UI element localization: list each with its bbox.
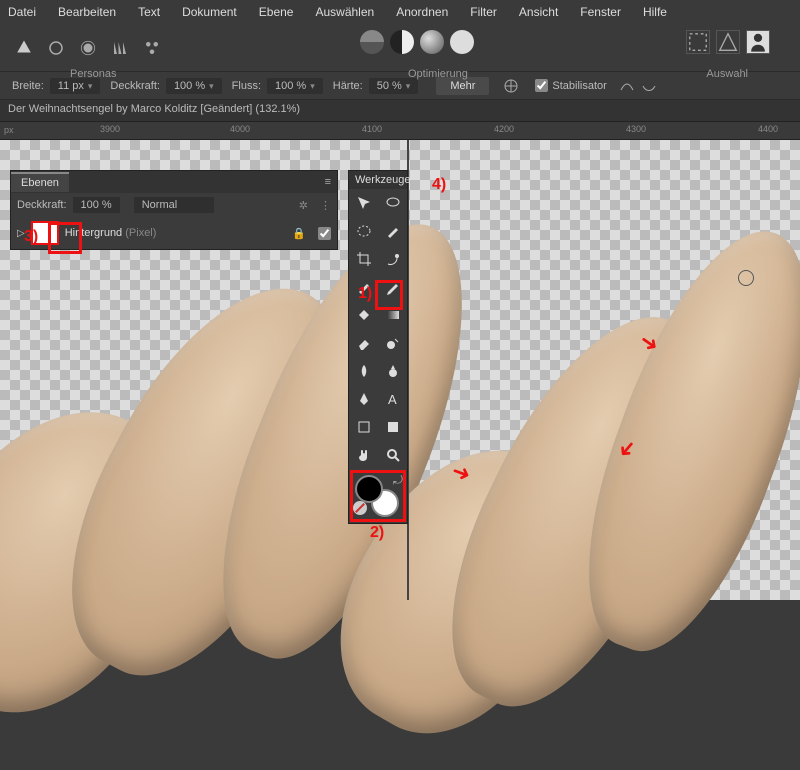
layers-tab[interactable]: Ebenen (11, 172, 69, 192)
pen-tool-icon[interactable] (349, 385, 378, 413)
annotation-1: 1) (358, 285, 372, 303)
persona-liquify-icon[interactable] (44, 36, 68, 60)
annotation-3: 3) (24, 228, 38, 246)
optimierung-label: Optimierung (408, 68, 468, 80)
layer-row[interactable]: ▷ Hintergrund (Pixel) 🔒 (11, 217, 337, 249)
annotation-4: 4) (432, 176, 446, 194)
flow-label: Fluss: (232, 80, 261, 92)
personas-label: Personas (70, 68, 116, 80)
tools-title: Werkzeuge (349, 171, 407, 189)
no-color-icon[interactable] (353, 501, 367, 515)
ruler-tick: 4400 (758, 124, 778, 134)
shape-tool-icon[interactable] (349, 413, 378, 441)
menu-anordnen[interactable]: Anordnen (396, 5, 448, 19)
text-tool-icon[interactable]: A (378, 385, 407, 413)
layers-menu-icon[interactable]: ≡ (319, 176, 337, 188)
menu-ansicht[interactable]: Ansicht (519, 5, 558, 19)
paint-brush-icon[interactable] (378, 273, 407, 301)
ruler-tick: 3900 (100, 124, 120, 134)
persona-export-icon[interactable] (140, 36, 164, 60)
brush-cursor-icon (738, 270, 754, 286)
window-mode-icon[interactable] (641, 78, 657, 94)
layer-name: Hintergrund (Pixel) (65, 227, 157, 239)
persona-tone-icon[interactable] (108, 36, 132, 60)
optim-levels-icon[interactable] (360, 30, 384, 54)
hand-tool-icon[interactable] (349, 441, 378, 469)
menu-dokument[interactable]: Dokument (182, 5, 237, 19)
sel-person-icon[interactable] (746, 30, 770, 54)
menu-text[interactable]: Text (138, 5, 160, 19)
menu-ebene[interactable]: Ebene (259, 5, 294, 19)
menu-filter[interactable]: Filter (470, 5, 497, 19)
optim-white-icon[interactable] (450, 30, 474, 54)
optimierung-group (360, 30, 474, 54)
swap-colors-icon[interactable]: ⤾ (393, 473, 403, 488)
tools-panel: Werkzeuge A ⤾ (348, 170, 408, 524)
canvas-area[interactable]: Ebenen ≡ Deckkraft: 100 % Normal ✲ ⋮ ▷ H… (0, 140, 800, 600)
auswahl-label: Auswahl (706, 68, 748, 80)
optim-contrast-icon[interactable] (390, 30, 414, 54)
stabilisator-checkbox[interactable]: Stabilisator (535, 79, 606, 92)
app-logo-icon[interactable] (12, 36, 36, 60)
fill-tool-icon[interactable] (349, 301, 378, 329)
dodge-tool-icon[interactable] (349, 357, 378, 385)
ruler-tick: 4200 (494, 124, 514, 134)
width-label: Breite: (12, 80, 44, 92)
main-toolbar: Personas Optimierung Auswahl (0, 24, 800, 72)
layer-settings-icon[interactable]: ⋮ (320, 199, 331, 212)
mesh-tool-icon[interactable] (378, 413, 407, 441)
ruler-tick: 4100 (362, 124, 382, 134)
opacity-label: Deckkraft: (110, 80, 160, 92)
brush-preset-icon[interactable] (503, 78, 519, 94)
menu-hilfe[interactable]: Hilfe (643, 5, 667, 19)
ruler-tick: 4300 (626, 124, 646, 134)
document-tab[interactable]: Der Weihnachtsengel by Marco Kolditz [Ge… (0, 100, 800, 122)
sel-poly-icon[interactable] (716, 30, 740, 54)
rope-mode-icon[interactable] (619, 78, 635, 94)
color-swatches[interactable]: ⤾ (349, 471, 407, 519)
auswahl-group (686, 30, 770, 54)
marquee-tool-icon[interactable] (349, 217, 378, 245)
layer-fx-icon[interactable]: ✲ (299, 199, 308, 212)
menu-bar: Datei Bearbeiten Text Dokument Ebene Aus… (0, 0, 800, 24)
opacity-value[interactable]: 100 % (166, 78, 222, 94)
annotation-2: 2) (370, 524, 384, 542)
eraser-tool-icon[interactable] (349, 329, 378, 357)
flood-select-icon[interactable] (378, 245, 407, 273)
foreground-color[interactable] (355, 475, 383, 503)
optim-tone-icon[interactable] (420, 30, 444, 54)
menu-datei[interactable]: Datei (8, 5, 36, 19)
stabilisator-label: Stabilisator (552, 80, 606, 92)
menu-fenster[interactable]: Fenster (580, 5, 621, 19)
context-toolbar: Breite: 11 px Deckkraft: 100 % Fluss: 10… (0, 72, 800, 100)
layer-opacity-label: Deckkraft: (17, 199, 67, 211)
gradient-tool-icon[interactable] (378, 301, 407, 329)
layer-visible-checkbox[interactable] (318, 227, 331, 240)
hardness-label: Härte: (333, 80, 363, 92)
stabilisator-input[interactable] (535, 79, 548, 92)
persona-develop-icon[interactable] (76, 36, 100, 60)
move-tool-icon[interactable] (349, 189, 378, 217)
personas-group (12, 36, 164, 60)
horizontal-ruler: px 3900 4000 4100 4200 4300 4400 (0, 122, 800, 140)
lasso-tool-icon[interactable] (378, 189, 407, 217)
blend-mode-select[interactable]: Normal (134, 197, 214, 213)
layer-lock-icon[interactable]: 🔒 (292, 227, 306, 240)
sel-rect-icon[interactable] (686, 30, 710, 54)
zoom-tool-icon[interactable] (378, 441, 407, 469)
flow-value[interactable]: 100 % (267, 78, 323, 94)
selection-brush-icon[interactable] (378, 217, 407, 245)
layer-opacity-value[interactable]: 100 % (73, 197, 120, 213)
svg-text:A: A (388, 392, 397, 407)
menu-auswaehlen[interactable]: Auswählen (315, 5, 374, 19)
crop-tool-icon[interactable] (349, 245, 378, 273)
clone-tool-icon[interactable] (378, 329, 407, 357)
menu-bearbeiten[interactable]: Bearbeiten (58, 5, 116, 19)
layers-panel: Ebenen ≡ Deckkraft: 100 % Normal ✲ ⋮ ▷ H… (10, 170, 338, 250)
ruler-tick: 4000 (230, 124, 250, 134)
burn-tool-icon[interactable] (378, 357, 407, 385)
ruler-unit: px (4, 125, 14, 135)
